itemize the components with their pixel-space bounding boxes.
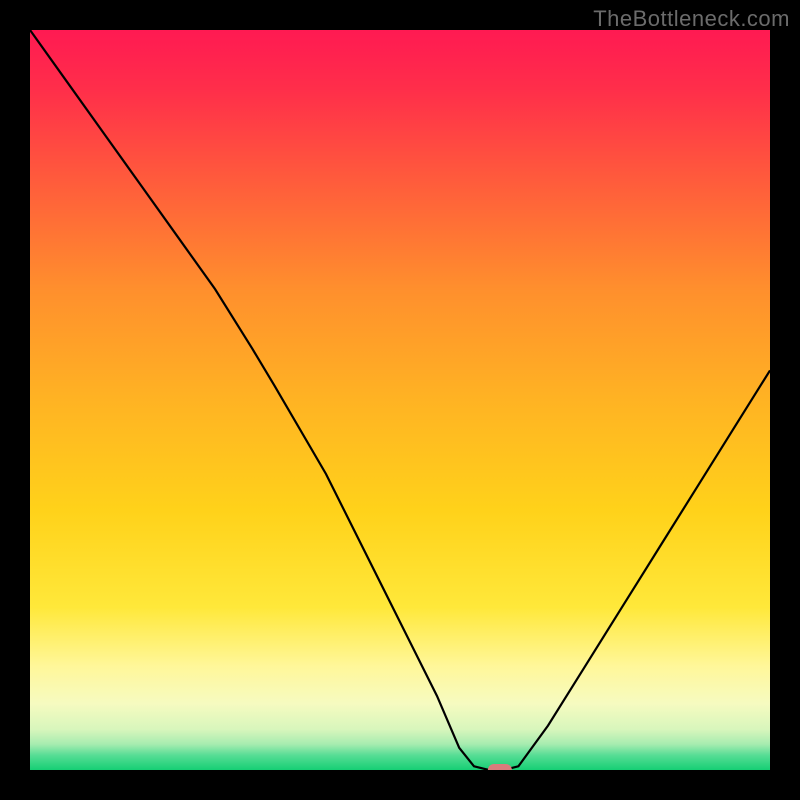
chart-container: TheBottleneck.com <box>0 0 800 800</box>
bottleneck-chart <box>30 30 770 770</box>
curve-min-marker <box>488 764 512 770</box>
gradient-background <box>30 30 770 770</box>
watermark-text: TheBottleneck.com <box>593 6 790 32</box>
